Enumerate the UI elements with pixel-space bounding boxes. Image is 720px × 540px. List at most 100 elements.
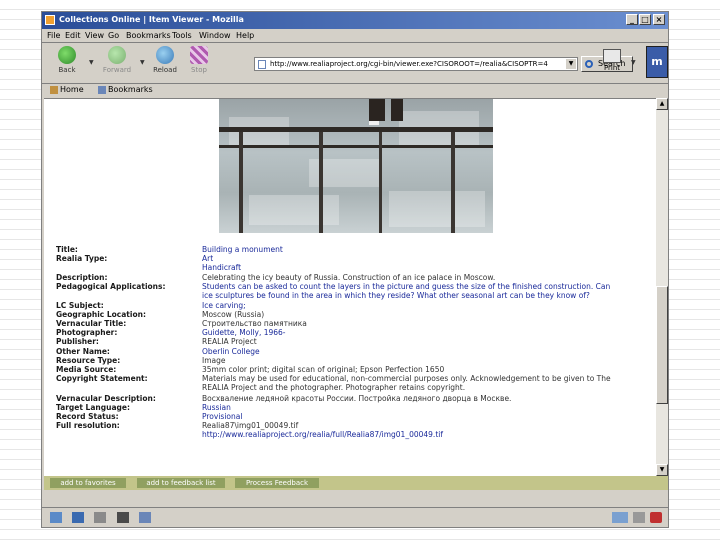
menu-bar: File Edit View Go Bookmarks Tools Window Help	[42, 29, 668, 42]
field-label: Description:	[56, 273, 108, 282]
mozilla-throbber-icon[interactable]: m	[646, 46, 668, 78]
online-status-icon[interactable]	[612, 512, 628, 523]
home-label: Home	[60, 85, 84, 94]
item-photo[interactable]	[219, 99, 493, 233]
bookmarks-icon	[98, 85, 106, 94]
field-value-link[interactable]: ice sculptures be found in the area in w…	[202, 291, 590, 300]
field-value-link[interactable]: http://www.realiaproject.org/realia/full…	[202, 430, 443, 439]
back-dropdown-icon[interactable]: ▼	[89, 59, 94, 66]
field-label: Vernacular Title:	[56, 319, 127, 328]
printer-icon	[603, 49, 621, 63]
menu-item-window[interactable]: Window	[199, 31, 231, 40]
home-bookmark[interactable]: Home	[50, 85, 84, 94]
security-lock-icon[interactable]	[633, 512, 645, 523]
navigation-toolbar: Back ▼ Forward ▼ Reload Stop http://www.…	[42, 43, 668, 83]
field-value: Celebrating the icy beauty of Russia. Co…	[202, 273, 496, 282]
browser-window: Collections Online | Item Viewer - Mozil…	[41, 11, 669, 528]
field-value-link[interactable]: Guidette, Molly, 1966-	[202, 328, 286, 337]
url-text[interactable]: http://www.realiaproject.org/cgi-bin/vie…	[270, 60, 560, 68]
add-to-feedback-list-button[interactable]: add to feedback list	[137, 478, 225, 488]
field-value-link[interactable]: Russian	[202, 403, 231, 412]
forward-label: Forward	[102, 66, 132, 74]
status-bar	[42, 507, 668, 527]
forward-dropdown-icon[interactable]: ▼	[140, 59, 145, 66]
minimize-button[interactable]: _	[626, 14, 638, 25]
process-feedback-button[interactable]: Process Feedback	[235, 478, 319, 488]
url-dropdown-icon[interactable]: ▼	[566, 59, 576, 69]
bookmarks-label: Bookmarks	[108, 85, 153, 94]
scaffold-leg	[319, 132, 323, 233]
worker-figure	[391, 99, 403, 121]
forward-button[interactable]: Forward	[100, 46, 134, 78]
field-value: Image	[202, 356, 226, 365]
print-button[interactable]: Print	[599, 47, 625, 79]
scaffold-leg	[379, 132, 382, 233]
field-value-link[interactable]: Oberlin College	[202, 347, 260, 356]
ice-block	[249, 195, 339, 225]
scroll-thumb[interactable]	[656, 286, 668, 404]
vertical-scrollbar[interactable]: ▲ ▼	[656, 98, 668, 476]
field-value: 35mm color print; digital scan of origin…	[202, 365, 445, 374]
composer-icon[interactable]	[94, 512, 106, 523]
field-label: Target Language:	[56, 403, 130, 412]
search-icon	[585, 60, 593, 68]
print-label: Print	[603, 64, 621, 72]
menu-item-edit[interactable]: Edit	[65, 31, 81, 40]
bottom-strip	[44, 490, 668, 507]
menu-item-view[interactable]: View	[85, 31, 104, 40]
page-content: Title: Building a monument Realia Type: Art…	[44, 98, 656, 477]
field-label: Full resolution:	[56, 421, 120, 430]
ice-block	[389, 191, 485, 227]
stop-label: Stop	[191, 66, 207, 74]
scaffold-leg	[451, 132, 455, 233]
url-bar[interactable]: http://www.realiaproject.org/cgi-bin/vie…	[254, 57, 578, 71]
reload-icon	[156, 46, 174, 64]
field-label: Publisher:	[56, 337, 99, 346]
field-label: Copyright Statement:	[56, 374, 148, 383]
personal-toolbar: Home Bookmarks	[42, 84, 668, 97]
mozilla-app-icon	[45, 15, 55, 25]
scroll-down-icon[interactable]: ▼	[656, 464, 668, 476]
menu-item-go[interactable]: Go	[108, 31, 119, 40]
mail-icon[interactable]	[72, 512, 84, 523]
back-button[interactable]: Back	[50, 46, 84, 78]
field-label: Vernacular Description:	[56, 394, 156, 403]
window-title: Collections Online | Item Viewer - Mozil…	[59, 15, 244, 24]
stop-button[interactable]: Stop	[182, 46, 216, 78]
field-label: LC Subject:	[56, 301, 104, 310]
scroll-up-icon[interactable]: ▲	[656, 98, 668, 110]
menu-item-bookmarks[interactable]: Bookmarks	[126, 31, 171, 40]
add-to-favorites-button[interactable]: add to favorites	[50, 478, 126, 488]
maximize-button[interactable]: □	[639, 14, 651, 25]
field-label: Realia Type:	[56, 254, 108, 263]
field-value-link[interactable]: Provisional	[202, 412, 242, 421]
worker-shoe	[369, 121, 379, 125]
field-value-link[interactable]: Students can be asked to count the layer…	[202, 282, 610, 291]
field-value: Materials may be used for educational, n…	[202, 374, 611, 383]
back-label: Back	[58, 66, 76, 74]
print-dropdown-icon[interactable]: ▼	[631, 59, 636, 66]
field-label: Other Name:	[56, 347, 110, 356]
menu-item-tools[interactable]: Tools	[172, 31, 192, 40]
chatzilla-icon[interactable]	[139, 512, 151, 523]
reload-button[interactable]: Reload	[148, 46, 182, 78]
page-icon	[258, 60, 266, 69]
field-value-link[interactable]: Ice carving;	[202, 301, 246, 310]
menu-item-file[interactable]: File	[47, 31, 60, 40]
field-label: Title:	[56, 245, 78, 254]
field-value: REALIA Project and the photographer. Pho…	[202, 383, 466, 392]
action-bar: add to favorites add to feedback list Pr…	[44, 476, 668, 490]
menu-item-help[interactable]: Help	[236, 31, 254, 40]
bookmarks-button[interactable]: Bookmarks	[98, 85, 153, 94]
field-label: Pedagogical Applications:	[56, 282, 166, 291]
field-value: Восхваление ледяной красоты России. Пост…	[202, 394, 512, 403]
close-button[interactable]: ×	[653, 14, 665, 25]
back-arrow-icon	[58, 46, 76, 64]
forward-arrow-icon	[108, 46, 126, 64]
navigator-icon[interactable]	[50, 512, 62, 523]
address-book-icon[interactable]	[117, 512, 129, 523]
popup-blocked-icon[interactable]	[650, 512, 662, 523]
field-value-link[interactable]: Building a monument	[202, 245, 283, 254]
field-value-link[interactable]: Art	[202, 254, 213, 263]
field-value-link[interactable]: Handicraft	[202, 263, 241, 272]
